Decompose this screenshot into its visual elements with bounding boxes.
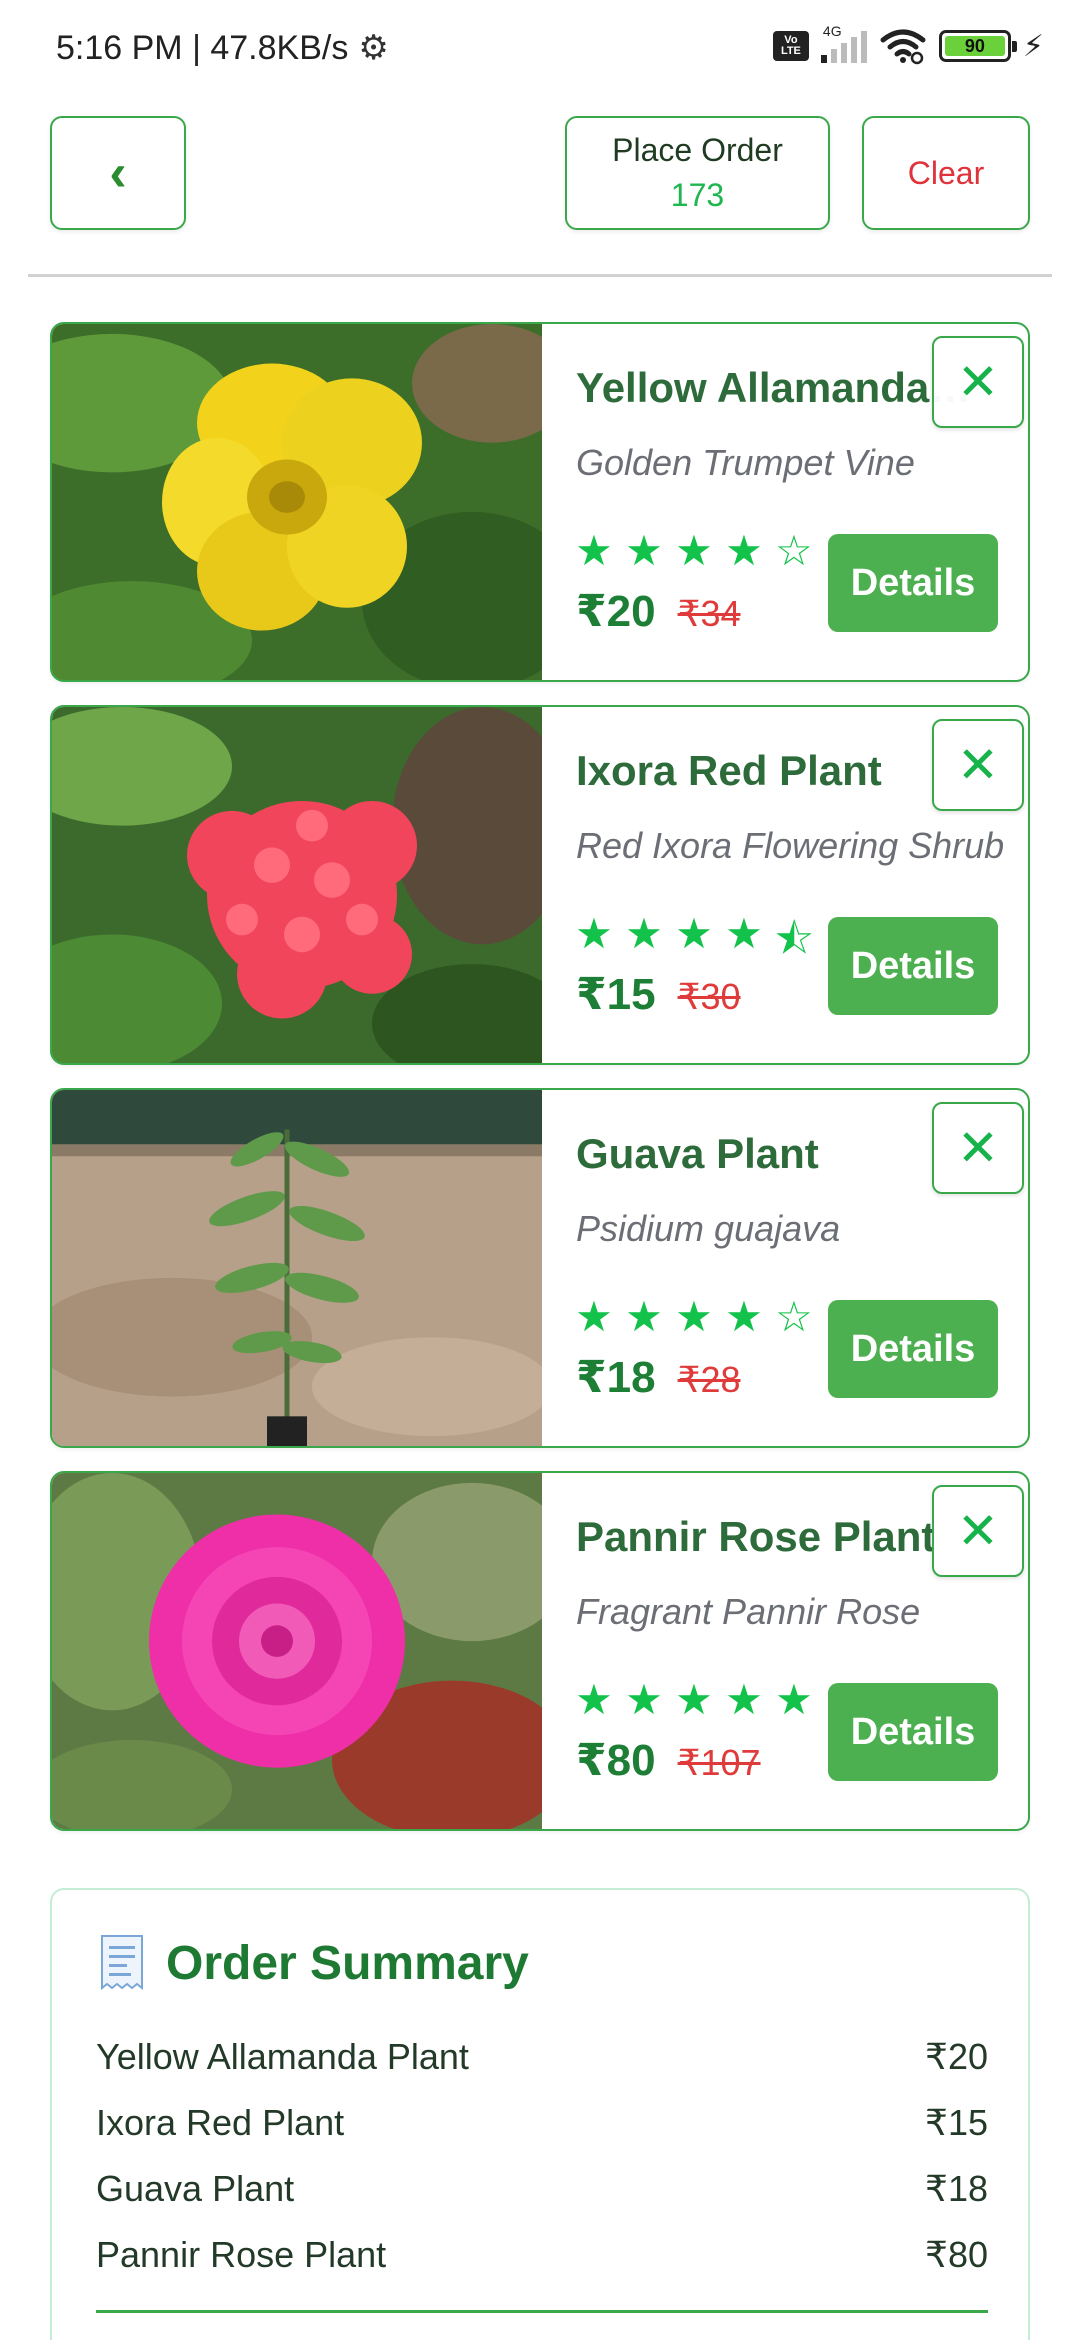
- signal-icon: 4G: [820, 23, 867, 63]
- order-summary-rows: Yellow Allamanda Plant ₹20 Ixora Red Pla…: [96, 2024, 988, 2288]
- star-outline-icon: ☆: [775, 1293, 813, 1340]
- original-price: ₹34: [677, 593, 741, 634]
- remove-item-button[interactable]: ✕: [932, 336, 1024, 428]
- star-half-icon: ⯪: [774, 915, 814, 962]
- details-button[interactable]: Details: [828, 1300, 998, 1398]
- cart-item-card: Yellow Allamanda Plant Golden Trumpet Vi…: [50, 322, 1030, 682]
- plant-photo: [52, 1473, 542, 1829]
- summary-item-price: ₹80: [925, 2234, 988, 2275]
- current-price: ₹80: [576, 1736, 656, 1785]
- summary-item-name: Guava Plant: [96, 2168, 295, 2209]
- order-summary: Order Summary Yellow Allamanda Plant ₹20…: [50, 1888, 1030, 2340]
- star-icon: ★: [725, 1676, 763, 1723]
- current-price: ₹15: [576, 970, 656, 1019]
- star-icon: ★: [575, 527, 613, 574]
- rating-stars: ★ ★ ★ ★ ☆: [574, 526, 814, 575]
- summary-row: Pannir Rose Plant ₹80: [96, 2222, 988, 2288]
- star-icon: ★: [725, 527, 763, 574]
- summary-item-name: Ixora Red Plant: [96, 2102, 345, 2143]
- cart-item-card: Guava Plant Psidium guajava ★ ★ ★ ★ ☆ ₹1…: [50, 1088, 1030, 1448]
- gear-icon: ⚙: [358, 29, 389, 67]
- price-block: ₹15 ₹30: [576, 969, 741, 1020]
- clear-button[interactable]: Clear: [862, 116, 1030, 230]
- close-icon: ✕: [957, 737, 999, 793]
- star-icon: ★: [575, 1293, 613, 1340]
- summary-row: Ixora Red Plant ₹15: [96, 2090, 988, 2156]
- plant-photo: [52, 1090, 542, 1446]
- details-button[interactable]: Details: [828, 534, 998, 632]
- cart-item-card: Ixora Red Plant Red Ixora Flowering Shru…: [50, 705, 1030, 1065]
- details-button[interactable]: Details: [828, 917, 998, 1015]
- plant-photo: [52, 324, 542, 680]
- place-order-count: 173: [670, 177, 725, 213]
- rating-stars: ★ ★ ★ ★ ☆: [574, 1292, 814, 1341]
- item-name: Yellow Allamanda Plant: [576, 364, 976, 411]
- star-icon: ★: [725, 1293, 763, 1340]
- item-scientific-name: Red Ixora Flowering Shrub: [576, 825, 1005, 866]
- clear-label: Clear: [907, 154, 985, 191]
- item-scientific-name: Golden Trumpet Vine: [576, 442, 915, 483]
- charging-icon: ⚡: [1022, 29, 1044, 63]
- chevron-left-icon: ‹: [109, 144, 127, 202]
- battery-icon: 90: [938, 30, 1017, 62]
- order-summary-header: Order Summary: [96, 1934, 529, 1992]
- item-name: Ixora Red Plant: [576, 747, 882, 794]
- status-icons: Vo LTE 4G 90 ⚡: [772, 23, 1044, 66]
- price-block: ₹18 ₹28: [576, 1352, 741, 1403]
- item-name: Guava Plant: [576, 1130, 819, 1177]
- place-order-button[interactable]: Place Order 173: [565, 116, 830, 230]
- wifi-icon: [880, 29, 926, 65]
- order-summary-title: Order Summary: [166, 1936, 529, 1990]
- summary-item-price: ₹20: [925, 2036, 988, 2077]
- network-type: 4G: [822, 23, 842, 39]
- status-bar: 5:16 PM | 47.8KB/s ⚙ Vo LTE 4G 90 ⚡: [0, 0, 1080, 96]
- place-order-label: Place Order: [612, 132, 783, 168]
- star-icon: ★: [575, 1676, 613, 1723]
- close-icon: ✕: [957, 354, 999, 410]
- item-scientific-name: Psidium guajava: [576, 1208, 841, 1249]
- remove-item-button[interactable]: ✕: [932, 1102, 1024, 1194]
- battery-level: 90: [944, 36, 1005, 56]
- remove-item-button[interactable]: ✕: [932, 1485, 1024, 1577]
- star-icon: ★: [625, 1676, 663, 1723]
- summary-row: Yellow Allamanda Plant ₹20: [96, 2024, 988, 2090]
- item-scientific-name: Fragrant Pannir Rose: [576, 1591, 921, 1632]
- receipt-icon: [101, 1935, 143, 1991]
- status-time: 5:16 PM | 47.8KB/s: [56, 28, 349, 67]
- price-block: ₹80 ₹107: [576, 1735, 761, 1786]
- volte-icon: Vo LTE: [772, 31, 809, 61]
- back-button[interactable]: ‹: [50, 116, 186, 230]
- original-price: ₹107: [677, 1742, 761, 1783]
- summary-item-price: ₹15: [925, 2102, 988, 2143]
- summary-item-price: ₹18: [925, 2168, 988, 2209]
- summary-item-name: Pannir Rose Plant: [96, 2234, 387, 2275]
- plant-photo: [52, 707, 542, 1063]
- star-icon: ★: [625, 527, 663, 574]
- original-price: ₹28: [677, 1359, 741, 1400]
- star-icon: ★: [675, 1293, 713, 1340]
- summary-row: Guava Plant ₹18: [96, 2156, 988, 2222]
- details-button[interactable]: Details: [828, 1683, 998, 1781]
- rating-stars: ★ ★ ★ ★ ★: [574, 1675, 814, 1724]
- price-block: ₹20 ₹34: [576, 586, 741, 637]
- item-name: Pannir Rose Plant: [576, 1513, 936, 1560]
- status-time-speed: 5:16 PM | 47.8KB/s ⚙: [56, 28, 389, 68]
- current-price: ₹20: [576, 587, 656, 636]
- summary-divider: [96, 2310, 988, 2313]
- current-price: ₹18: [576, 1353, 656, 1402]
- original-price: ₹30: [677, 976, 741, 1017]
- summary-item-name: Yellow Allamanda Plant: [96, 2036, 469, 2077]
- close-icon: ✕: [957, 1120, 999, 1176]
- remove-item-button[interactable]: ✕: [932, 719, 1024, 811]
- star-outline-icon: ☆: [775, 527, 813, 574]
- star-icon: ★: [675, 1676, 713, 1723]
- star-icon: ★: [775, 1676, 813, 1723]
- cart-item-card: Pannir Rose Plant Fragrant Pannir Rose ★…: [50, 1471, 1030, 1831]
- star-icon: ★: [625, 1293, 663, 1340]
- close-icon: ✕: [957, 1503, 999, 1559]
- header-divider: [28, 274, 1052, 277]
- volte-line2: LTE: [780, 45, 801, 57]
- star-icon: ★: [675, 527, 713, 574]
